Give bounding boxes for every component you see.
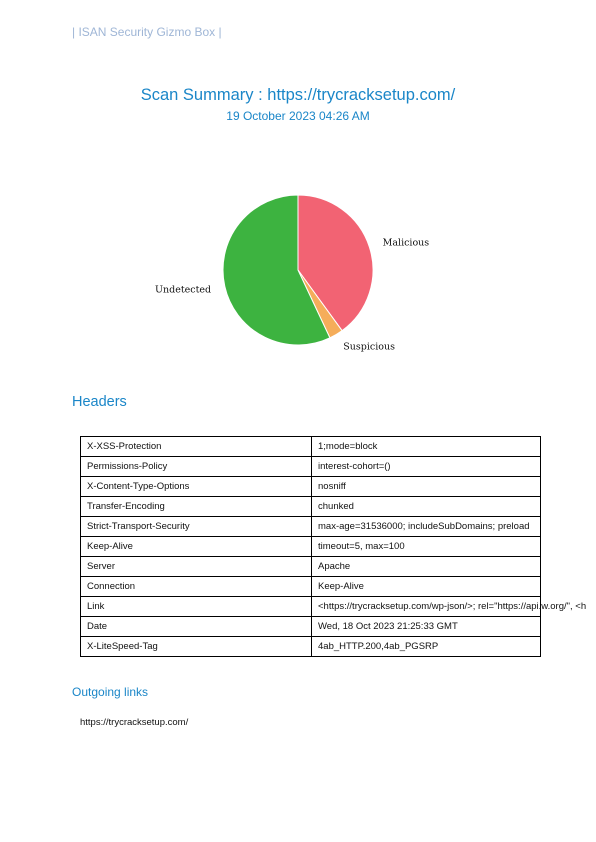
detection-pie-chart: Malicious Suspicious Undetected [155, 194, 430, 353]
header-value-cell: 1;mode=block [311, 436, 541, 457]
pie-label-undetected: Undetected [155, 284, 211, 295]
header-value-cell: <https://trycracksetup.com/wp-json/>; re… [311, 596, 586, 617]
pie-label-suspicious: Suspicious [343, 342, 395, 353]
headers-heading: Headers [72, 394, 127, 410]
table-row: X-LiteSpeed-Tag 4ab_HTTP.200,4ab_PGSRP [80, 636, 541, 657]
header-name-cell: X-XSS-Protection [80, 436, 312, 457]
scan-date: 19 October 2023 04:26 AM [226, 109, 370, 123]
header-value-cell: max-age=31536000; includeSubDomains; pre… [311, 516, 541, 537]
outgoing-links-heading: Outgoing links [72, 685, 149, 699]
scan-summary-title: Scan Summary : https://trycracksetup.com… [140, 86, 456, 104]
header-name-cell: Keep-Alive [80, 536, 312, 557]
headers-table-container: X-XSS-Protection 1;mode=block Permissions-… [80, 436, 596, 657]
outgoing-link[interactable]: https://trycracksetup.com/ [80, 717, 188, 728]
brand-header: | ISAN Security Gizmo Box | [72, 25, 222, 39]
header-value-cell: Apache [311, 556, 541, 577]
header-value-cell: timeout=5, max=100 [311, 536, 541, 557]
header-value-cell: nosniff [311, 476, 541, 497]
header-name-cell: Strict-Transport-Security [80, 516, 312, 537]
table-row: X-Content-Type-Options nosniff [80, 476, 541, 497]
table-row: Strict-Transport-Security max-age=3153600… [80, 516, 541, 537]
table-row: X-XSS-Protection 1;mode=block [80, 436, 541, 457]
header-name-cell: Server [80, 556, 312, 577]
table-row: Keep-Alive timeout=5, max=100 [80, 536, 541, 557]
header-value-cell: Wed, 18 Oct 2023 21:25:33 GMT [311, 616, 541, 637]
header-name-cell: Link [80, 596, 312, 617]
header-name-cell: X-Content-Type-Options [80, 476, 312, 497]
header-name-cell: Connection [80, 576, 312, 597]
header-name-cell: Permissions-Policy [80, 456, 312, 477]
pie-label-malicious: Malicious [383, 237, 430, 248]
table-row: Transfer-Encoding chunked [80, 496, 541, 517]
header-value-cell: Keep-Alive [311, 576, 541, 597]
header-value-cell: 4ab_HTTP.200,4ab_PGSRP [311, 636, 541, 657]
header-value-cell: interest-cohort=() [311, 456, 541, 477]
table-row: Server Apache [80, 556, 541, 577]
table-row: Link <https://trycracksetup.com/wp-json/>… [80, 596, 586, 617]
table-row: Connection Keep-Alive [80, 576, 541, 597]
header-name-cell: X-LiteSpeed-Tag [80, 636, 312, 657]
headers-table: X-XSS-Protection 1;mode=block Permissions-… [80, 436, 586, 657]
table-row: Permissions-Policy interest-cohort=() [80, 456, 541, 477]
header-value-cell: chunked [311, 496, 541, 517]
header-name-cell: Date [80, 616, 312, 637]
table-row: Date Wed, 18 Oct 2023 21:25:33 GMT [80, 616, 541, 637]
header-name-cell: Transfer-Encoding [80, 496, 312, 517]
